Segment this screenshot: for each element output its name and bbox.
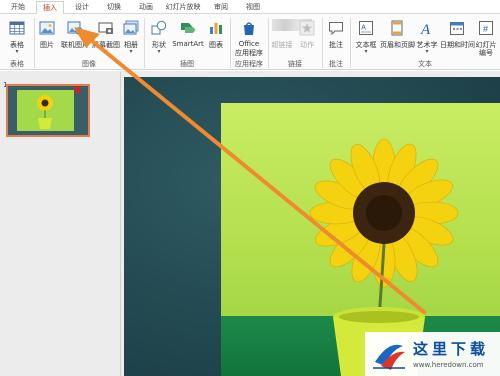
watermark-logo-icon — [373, 344, 405, 370]
watermark: 这里下载 www.heredown.com — [365, 332, 500, 376]
watermark-url: www.heredown.com — [413, 361, 484, 369]
annotation-arrow — [74, 27, 426, 314]
watermark-brand: 这里下载 — [413, 340, 490, 358]
